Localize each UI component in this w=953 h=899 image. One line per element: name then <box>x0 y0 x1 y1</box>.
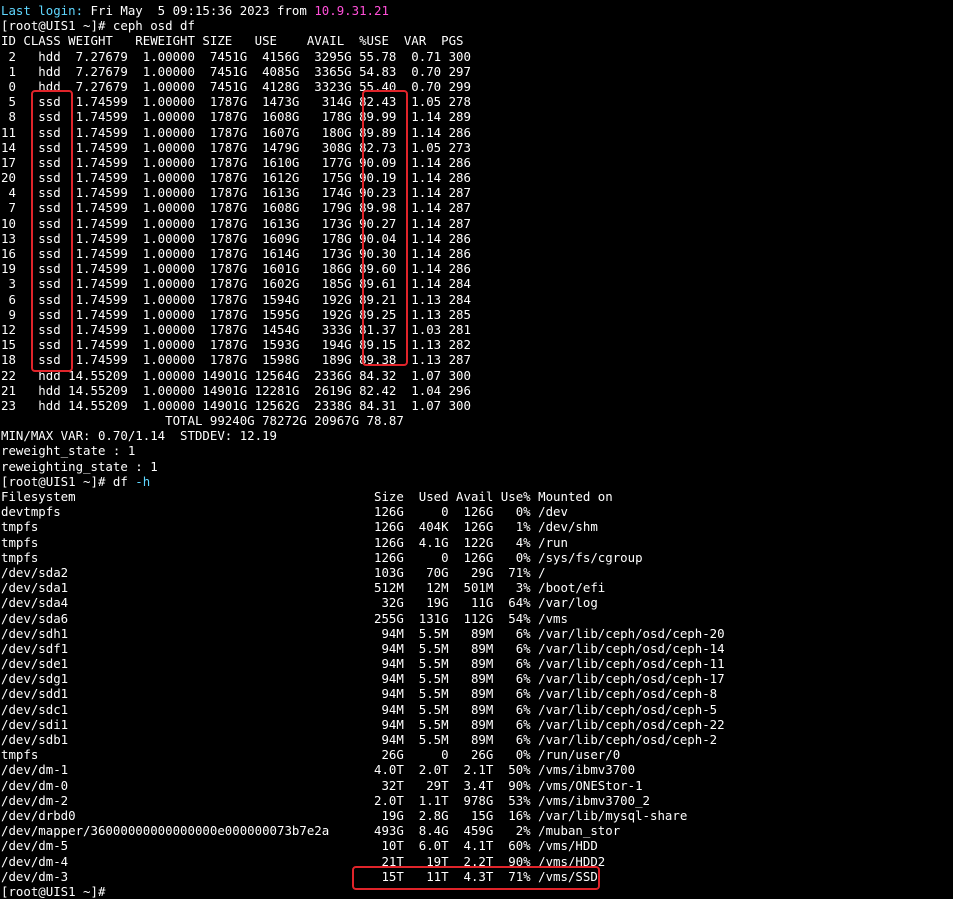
df-row: /dev/dm-2 2.0T 1.1T 978G 53% /vms/ibmv37… <box>1 792 651 808</box>
osd-total-row: TOTAL 99240G 78272G 20967G 78.87 <box>1 413 404 429</box>
osd-row: 7 ssd 1.74599 1.00000 1787G 1608G 179G 8… <box>1 200 471 216</box>
df-row: /dev/sdc1 94M 5.5M 89M 6% /var/lib/ceph/… <box>1 701 718 717</box>
prompt-df-command: [root@UIS1 ~]# df <box>1 473 136 489</box>
osd-table-header: ID CLASS WEIGHT REWEIGHT SIZE USE AVAIL … <box>1 33 464 49</box>
osd-row: 15 ssd 1.74599 1.00000 1787G 1593G 194G … <box>1 337 471 353</box>
df-row: /dev/sde1 94M 5.5M 89M 6% /var/lib/ceph/… <box>1 656 725 672</box>
prompt-osd-df: [root@UIS1 ~]# ceph osd df <box>1 18 195 34</box>
osd-row: 3 ssd 1.74599 1.00000 1787G 1602G 185G 8… <box>1 276 471 292</box>
df-row: /dev/sdf1 94M 5.5M 89M 6% /var/lib/ceph/… <box>1 640 725 656</box>
df-row: /dev/dm-0 32T 29T 3.4T 90% /vms/ONEStor-… <box>1 777 643 793</box>
prompt-df-flag: -h <box>135 473 151 489</box>
df-row: /dev/sda2 103G 70G 29G 71% / <box>1 564 546 580</box>
osd-row: 19 ssd 1.74599 1.00000 1787G 1601G 186G … <box>1 261 471 277</box>
osd-row: 11 ssd 1.74599 1.00000 1787G 1607G 180G … <box>1 124 471 140</box>
osd-row: 20 ssd 1.74599 1.00000 1787G 1612G 175G … <box>1 170 471 186</box>
terminal-output: Last login: Fri May 5 09:15:36 2023 from… <box>1 3 951 899</box>
last-login-time: Fri May 5 09:15:36 2023 from <box>83 3 315 18</box>
df-row: tmpfs 126G 4.1G 122G 4% /run <box>1 534 568 550</box>
trailing-prompt: [root@UIS1 ~]# <box>1 883 113 899</box>
osd-row: 2 hdd 7.27679 1.00000 7451G 4156G 3295G … <box>1 48 471 64</box>
osd-row: 4 ssd 1.74599 1.00000 1787G 1613G 174G 9… <box>1 185 471 201</box>
df-row: tmpfs 26G 0 26G 0% /run/user/0 <box>1 747 621 763</box>
df-row: /dev/sdb1 94M 5.5M 89M 6% /var/lib/ceph/… <box>1 732 718 747</box>
osd-row: 0 hdd 7.27679 1.00000 7451G 4128G 3323G … <box>1 78 471 94</box>
osd-table-body: 2 hdd 7.27679 1.00000 7451G 4156G 3295G … <box>1 49 951 414</box>
df-row: /dev/dm-5 10T 6.0T 4.1T 60% /vms/HDD <box>1 838 598 854</box>
osd-row: 17 ssd 1.74599 1.00000 1787G 1610G 177G … <box>1 154 471 170</box>
osd-row: 8 ssd 1.74599 1.00000 1787G 1608G 178G 8… <box>1 109 471 125</box>
df-row: /dev/dm-3 15T 11T 4.3T 71% /vms/SSD <box>1 868 598 884</box>
last-login-label: Last login: <box>1 3 84 18</box>
osd-row: 18 ssd 1.74599 1.00000 1787G 1598G 189G … <box>1 352 471 368</box>
df-row: tmpfs 126G 0 126G 0% /sys/fs/cgroup <box>1 549 643 565</box>
minmax-var-line: MIN/MAX VAR: 0.70/1.14 STDDEV: 12.19 <box>1 428 278 444</box>
df-table-header: Filesystem Size Used Avail Use% Mounted … <box>1 489 613 504</box>
df-row: /dev/sda1 512M 12M 501M 3% /boot/efi <box>1 580 606 596</box>
reweighting-state-line: reweighting_state : 1 <box>1 458 158 474</box>
df-row: /dev/sda6 255G 131G 112G 54% /vms <box>1 610 568 626</box>
reweight-state-line: reweight_state : 1 <box>1 443 136 459</box>
df-row: /dev/sda4 32G 19G 11G 64% /var/log <box>1 595 598 611</box>
df-row: tmpfs 126G 404K 126G 1% /dev/shm <box>1 519 598 535</box>
osd-row: 23 hdd 14.55209 1.00000 14901G 12562G 23… <box>1 397 471 413</box>
last-login-ip: 10.9.31.21 <box>314 3 389 18</box>
osd-row: 5 ssd 1.74599 1.00000 1787G 1473G 314G 8… <box>1 94 471 110</box>
osd-row: 22 hdd 14.55209 1.00000 14901G 12564G 23… <box>1 367 471 383</box>
last-login-line: Last login: Fri May 5 09:15:36 2023 from… <box>1 3 951 18</box>
osd-row: 6 ssd 1.74599 1.00000 1787G 1594G 192G 8… <box>1 291 471 307</box>
df-row: /dev/dm-1 4.0T 2.0T 2.1T 50% /vms/ibmv37… <box>1 762 636 778</box>
df-row: /dev/sdd1 94M 5.5M 89M 6% /var/lib/ceph/… <box>1 686 718 702</box>
df-row: /dev/sdh1 94M 5.5M 89M 6% /var/lib/ceph/… <box>1 625 725 641</box>
df-row: /dev/drbd0 19G 2.8G 15G 16% /var/lib/mys… <box>1 807 688 823</box>
osd-row: 9 ssd 1.74599 1.00000 1787G 1595G 192G 8… <box>1 306 471 322</box>
prompt-df: [root@UIS1 ~]# df -h <box>1 474 951 489</box>
osd-row: 12 ssd 1.74599 1.00000 1787G 1454G 333G … <box>1 321 471 337</box>
osd-row: 10 ssd 1.74599 1.00000 1787G 1613G 173G … <box>1 215 471 231</box>
df-row: /dev/sdi1 94M 5.5M 89M 6% /var/lib/ceph/… <box>1 716 725 732</box>
df-row: /dev/mapper/36000000000000000e000000073b… <box>1 823 621 839</box>
df-row: devtmpfs 126G 0 126G 0% /dev <box>1 504 568 520</box>
osd-row: 1 hdd 7.27679 1.00000 7451G 4085G 3365G … <box>1 63 471 79</box>
df-row: /dev/dm-4 21T 19T 2.2T 90% /vms/HDD2 <box>1 853 606 869</box>
osd-row: 16 ssd 1.74599 1.00000 1787G 1614G 173G … <box>1 246 471 261</box>
df-row: /dev/sdg1 94M 5.5M 89M 6% /var/lib/ceph/… <box>1 671 725 687</box>
df-table-body: devtmpfs 126G 0 126G 0% /dev tmpfs 126G … <box>1 504 951 884</box>
osd-row: 14 ssd 1.74599 1.00000 1787G 1479G 308G … <box>1 139 471 155</box>
osd-row: 13 ssd 1.74599 1.00000 1787G 1609G 178G … <box>1 230 471 246</box>
osd-row: 21 hdd 14.55209 1.00000 14901G 12281G 26… <box>1 382 471 398</box>
